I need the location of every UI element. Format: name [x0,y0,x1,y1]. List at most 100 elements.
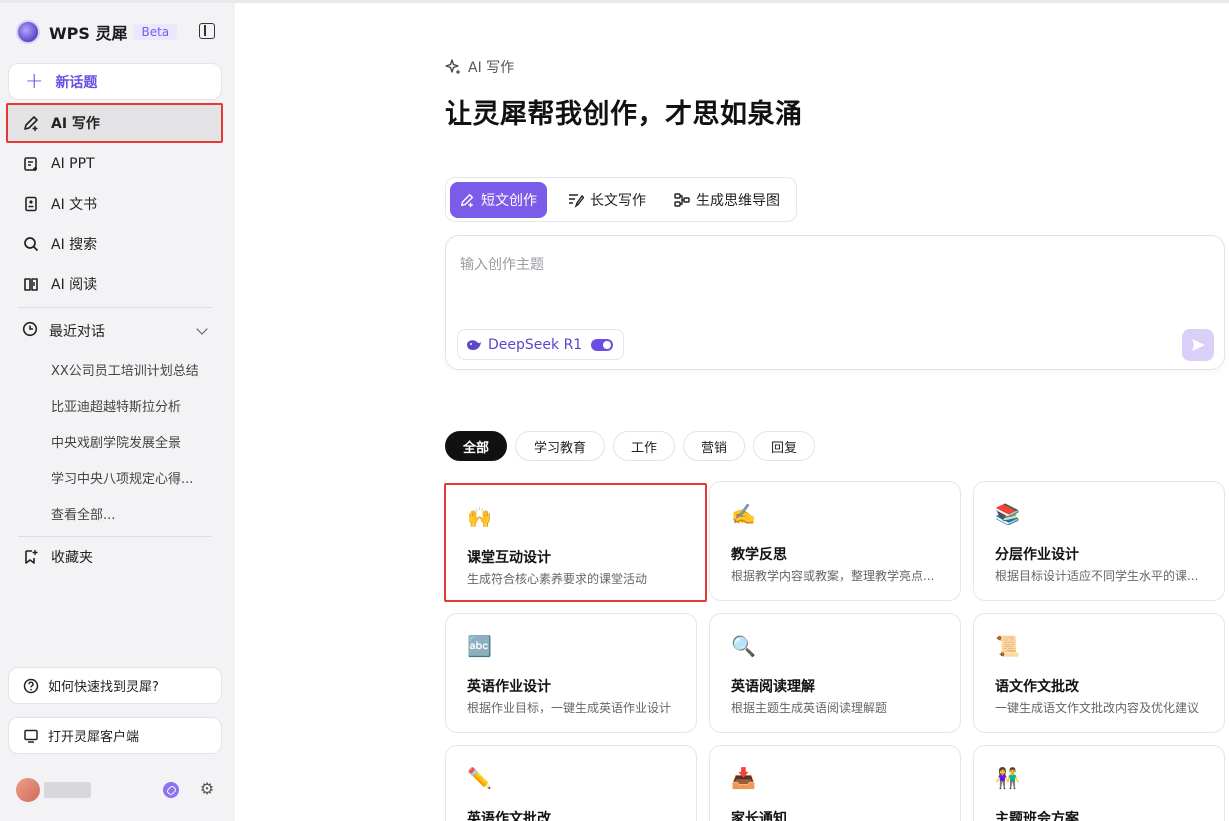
sidebar-item-ai-search[interactable]: AI 搜索 [8,225,222,263]
tab-label: 长文写作 [590,193,646,209]
username-redacted [44,782,91,798]
sidebar-item-ai-writing[interactable]: AI 写作 [6,103,223,143]
tab-mindmap[interactable]: 生成思维导图 [664,182,790,218]
brand[interactable]: WPS 灵犀 Beta [16,19,178,45]
sidebar-item-label: AI 写作 [51,116,100,132]
card-desc: 根据作业目标，一键生成英语作业设计 [467,701,672,715]
deepseek-whale-icon [466,338,482,352]
question-circle-icon [23,678,39,694]
book-icon [22,275,40,293]
beta-badge: Beta [133,24,178,40]
topic-input-box: DeepSeek R1 [445,235,1225,370]
template-card[interactable]: 🙌 课堂互动设计 生成符合核心素养要求的课堂活动 [444,483,707,602]
link-icon[interactable] [163,782,179,798]
recent-conversations-toggle[interactable]: 最近对话 [8,316,222,346]
mindmap-icon [674,192,690,208]
model-name: DeepSeek R1 [488,336,583,353]
books-icon: 📚 [995,502,1020,526]
sidebar-item-label: AI 搜索 [51,237,98,253]
card-title: 英语作业设计 [467,679,551,695]
sidebar-item-label: AI 阅读 [51,277,98,293]
tab-long-writing[interactable]: 长文写作 [558,182,656,218]
sidebar-item-label: AI PPT [51,156,95,172]
sidebar-divider [18,536,212,537]
card-title: 教学反思 [731,547,787,563]
template-card[interactable]: ✏️ 英语作文批改 [445,745,697,821]
filter-marketing[interactable]: 营销 [683,431,745,461]
user-row: ⚙ [16,778,220,802]
abcd-icon: 🔤 [467,634,492,658]
recent-item[interactable]: XX公司员工培训计划总结 [51,360,216,379]
lingxi-logo-icon [16,20,40,44]
brand-name: WPS 灵犀 [49,24,128,43]
plus-icon: + [25,68,44,94]
tab-short-writing[interactable]: 短文创作 [450,182,547,218]
breadcrumb: AI 写作 [445,57,514,77]
card-title: 分层作业设计 [995,547,1079,563]
card-desc: 根据目标设计适应不同学生水平的课... [995,569,1199,583]
open-client-button[interactable]: 打开灵犀客户端 [8,717,222,754]
magnifier-icon: 🔍 [731,634,756,658]
model-switch[interactable] [591,338,614,351]
card-desc: 一键生成语文作文批改内容及优化建议 [995,701,1200,715]
sidebar-item-label: AI 文书 [51,197,98,213]
document-icon [22,195,40,213]
card-title: 语文作文批改 [995,679,1079,695]
card-title: 主题班会方案 [995,811,1079,821]
clock-icon [22,321,38,341]
card-desc: 根据主题生成英语阅读理解题 [731,701,888,715]
card-title: 家长通知 [731,811,787,821]
sidebar-item-label: 收藏夹 [51,550,93,566]
filter-reply[interactable]: 回复 [753,431,815,461]
sidebar-item-ai-document[interactable]: AI 文书 [8,185,222,223]
sidebar-divider [18,307,212,308]
pen-sparkle-icon [460,193,475,208]
template-card[interactable]: 👫 主题班会方案 [973,745,1225,821]
template-card[interactable]: 📥 家长通知 [709,745,961,821]
card-title: 英语作文批改 [467,811,551,821]
sidebar-item-ai-ppt[interactable]: AI PPT [8,145,222,183]
send-icon [1192,339,1205,351]
filter-work[interactable]: 工作 [613,431,675,461]
recent-item[interactable]: 比亚迪超越特斯拉分析 [51,396,216,415]
sidebar-item-favorites[interactable]: 收藏夹 [8,538,222,576]
recent-label: 最近对话 [49,324,105,340]
page-title: 让灵犀帮我创作，才思如泉涌 [445,99,803,130]
gear-icon[interactable]: ⚙ [199,781,215,797]
topic-input[interactable] [460,254,1200,304]
new-topic-button[interactable]: + 新话题 [8,63,222,100]
sidebar-item-ai-reading[interactable]: AI 阅读 [8,265,222,303]
template-card[interactable]: 🔤 英语作业设计 根据作业目标，一键生成英语作业设计 [445,613,697,733]
breadcrumb-label: AI 写作 [468,60,515,76]
help-button[interactable]: 如何快速找到灵犀? [8,667,222,704]
filter-education[interactable]: 学习教育 [515,431,605,461]
new-topic-label: 新话题 [55,74,98,91]
recent-item[interactable]: 中央戏剧学院发展全景 [51,432,216,451]
sidebar-collapse-icon[interactable] [199,23,215,39]
template-card[interactable]: ✍️ 教学反思 根据教学内容或教案，整理教学亮点... [709,481,961,601]
view-all-link[interactable]: 查看全部... [51,504,216,523]
deepseek-model-toggle[interactable]: DeepSeek R1 [457,329,625,360]
send-button[interactable] [1182,329,1214,361]
scroll-icon: 📜 [995,634,1020,658]
template-card[interactable]: 📜 语文作文批改 一键生成语文作文批改内容及优化建议 [973,613,1225,733]
writing-mode-tabs: 短文创作 长文写作 生成思维导图 [445,177,797,222]
card-desc: 生成符合核心素养要求的课堂活动 [467,572,648,586]
raised-hands-icon: 🙌 [467,505,492,529]
long-text-icon [568,192,584,208]
bookmark-add-icon [22,548,40,566]
recent-item[interactable]: 学习中央八项规定心得... [51,468,216,487]
template-card[interactable]: 📚 分层作业设计 根据目标设计适应不同学生水平的课... [973,481,1225,601]
search-icon [22,235,40,253]
chevron-down-icon [196,323,208,335]
card-desc: 根据教学内容或教案，整理教学亮点... [731,569,935,583]
tab-label: 生成思维导图 [696,193,780,209]
avatar[interactable] [16,778,40,802]
people-icon: 👫 [995,766,1020,790]
template-card[interactable]: 🔍 英语阅读理解 根据主题生成英语阅读理解题 [709,613,961,733]
filter-all[interactable]: 全部 [445,431,507,461]
sparkle-icon [445,59,461,75]
pencil-icon: ✏️ [467,766,492,790]
writing-hand-icon: ✍️ [731,502,756,526]
card-title: 课堂互动设计 [467,550,551,566]
